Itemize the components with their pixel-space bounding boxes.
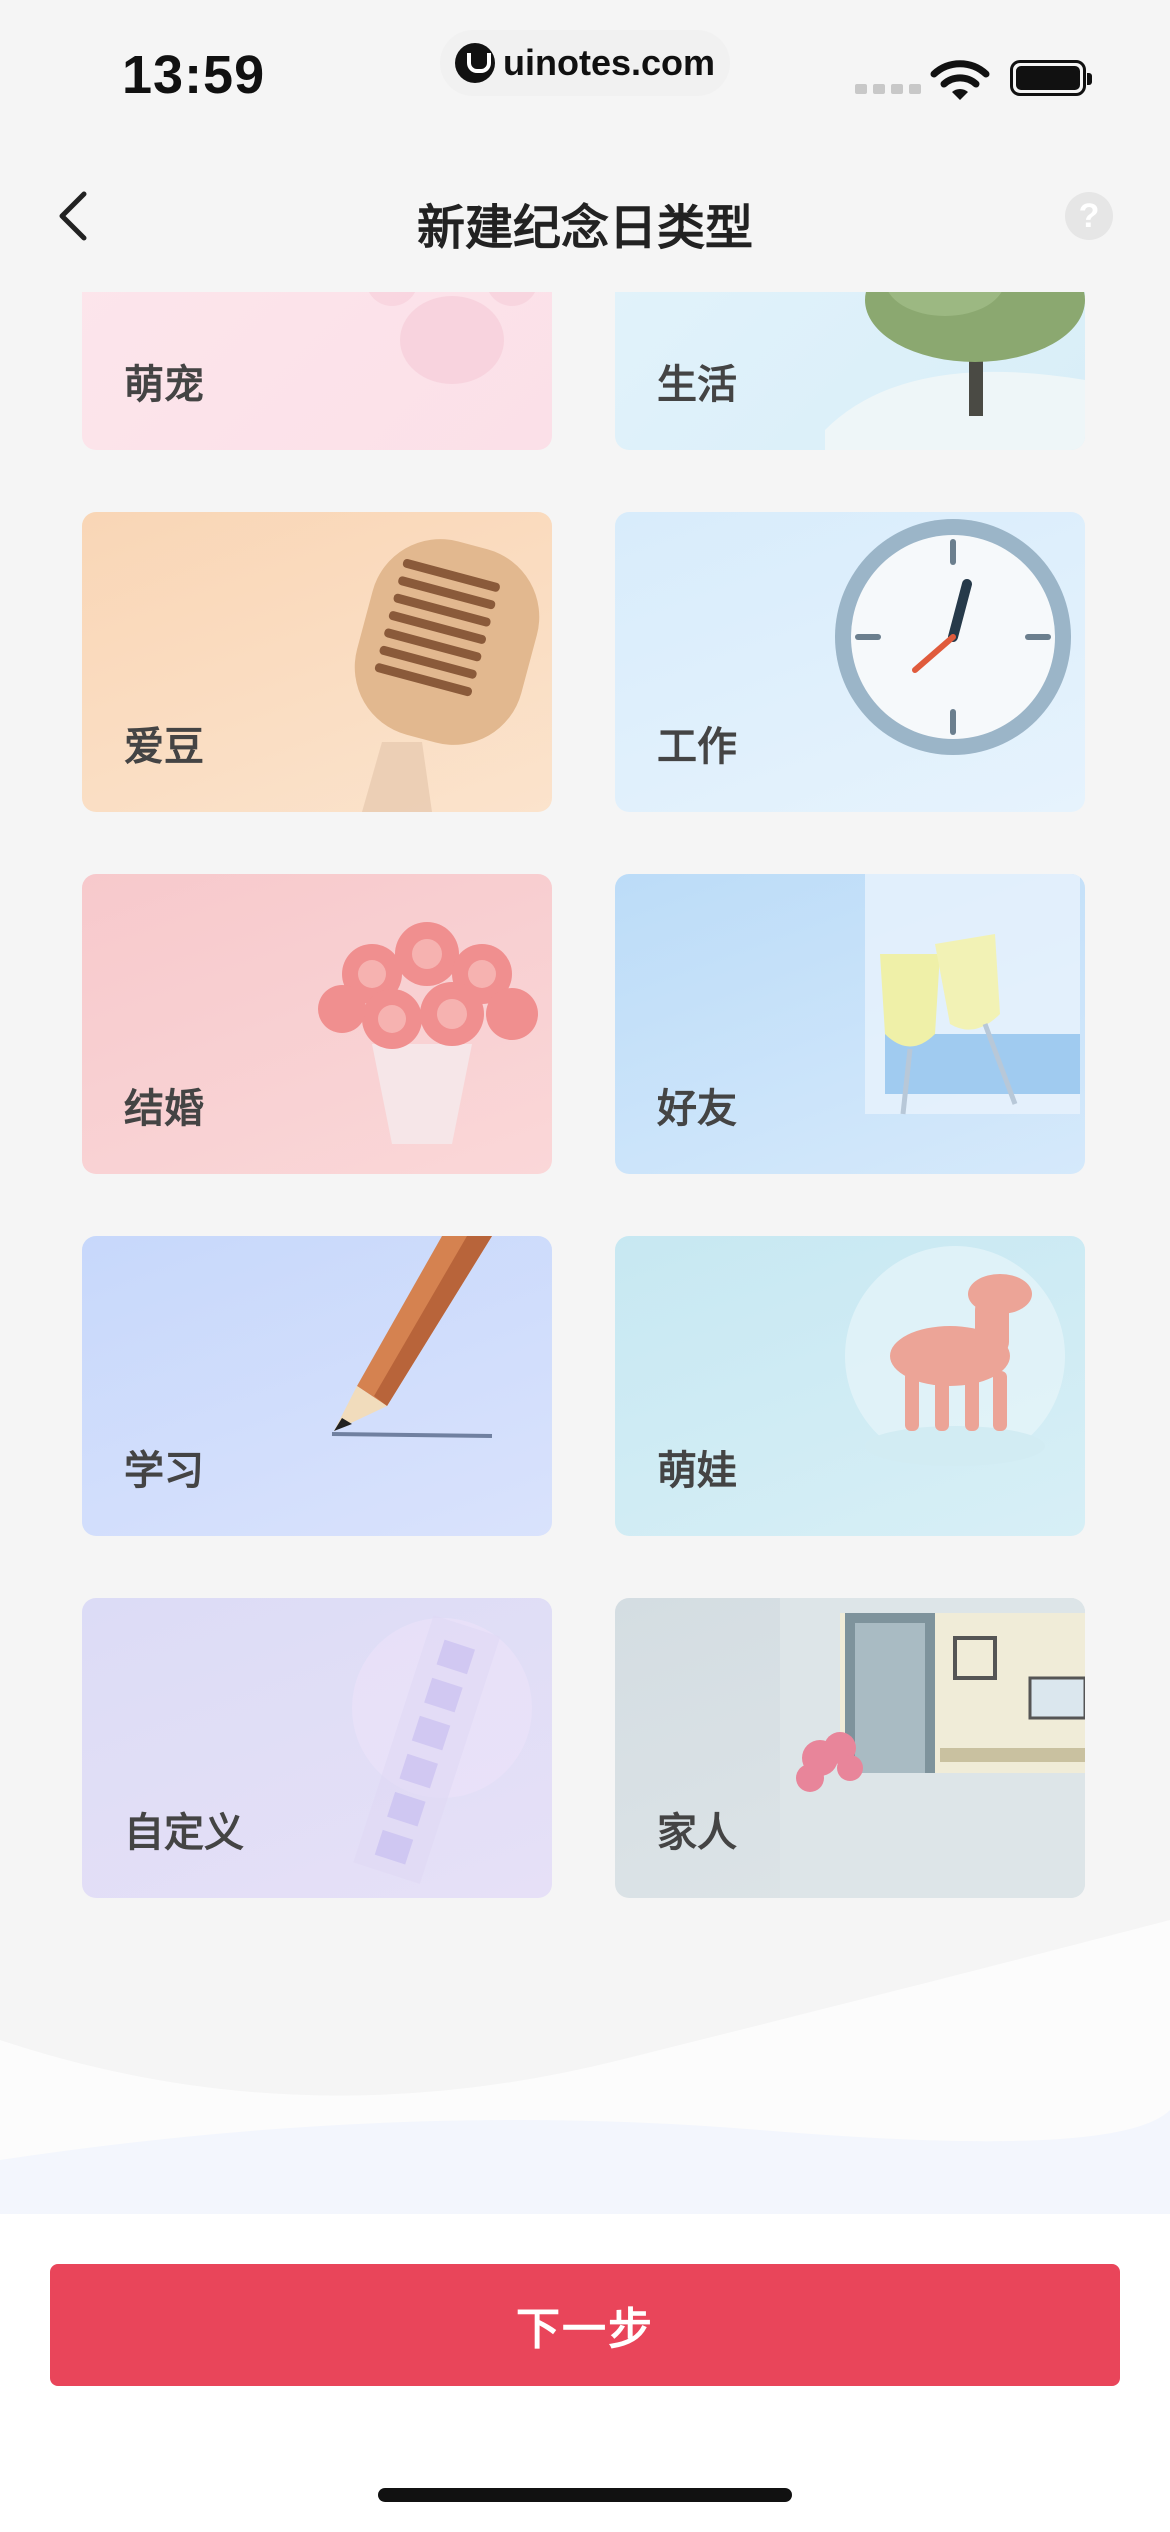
champagne-illustration	[865, 874, 1080, 1115]
category-card-work[interactable]: 工作	[615, 512, 1085, 812]
background-wave	[0, 1920, 1170, 2220]
microphone-illustration	[354, 539, 540, 812]
category-card-custom[interactable]: 自定义	[82, 1598, 552, 1898]
category-label: 好友	[657, 1087, 737, 1131]
clock-illustration	[835, 519, 1071, 755]
category-card-study[interactable]: 学习	[82, 1236, 552, 1536]
category-label: 爱豆	[124, 725, 204, 769]
category-card-baby[interactable]: 萌娃	[615, 1236, 1085, 1536]
nav-bar: 新建纪念日类型 ?	[0, 160, 1170, 272]
site-logo-icon	[454, 43, 495, 83]
film-strip-illustration	[352, 1615, 532, 1884]
battery-icon	[1010, 60, 1092, 96]
category-card-idol[interactable]: 爱豆	[82, 512, 552, 812]
paw-illustration	[368, 292, 536, 384]
category-label: 家人	[657, 1811, 737, 1855]
category-card-wedding[interactable]: 结婚	[82, 874, 552, 1174]
category-label: 萌宠	[124, 363, 204, 407]
category-label: 自定义	[124, 1811, 244, 1855]
url-text: uinotes.com	[502, 42, 716, 83]
category-label: 生活	[657, 363, 737, 407]
cellular-signal-icon	[855, 84, 921, 94]
category-card-pet[interactable]: 萌宠	[82, 292, 552, 450]
category-grid[interactable]: 萌宠 生活 爱豆 工作 结婚 好友 学习 萌娃 自定义 家人	[0, 292, 1170, 1912]
category-label: 结婚	[124, 1087, 204, 1131]
category-card-friend[interactable]: 好友	[615, 874, 1085, 1174]
category-card-family[interactable]: 家人	[615, 1598, 1085, 1898]
category-label: 学习	[124, 1449, 204, 1493]
wifi-icon	[930, 60, 990, 100]
status-time: 13:59	[122, 45, 266, 105]
house-illustration	[780, 1598, 1085, 1898]
next-step-button[interactable]: 下一步	[50, 2264, 1120, 2386]
tree-illustration	[825, 292, 1085, 450]
category-label: 萌娃	[657, 1449, 737, 1493]
category-label: 工作	[657, 725, 737, 769]
help-button[interactable]: ?	[1065, 192, 1113, 240]
pencil-illustration	[331, 1236, 493, 1438]
bouquet-illustration	[318, 922, 538, 1144]
horse-toy-illustration	[845, 1246, 1065, 1466]
status-bar: 13:59 uinotes.com	[0, 0, 1170, 140]
category-card-life[interactable]: 生活	[615, 292, 1085, 450]
home-indicator[interactable]	[378, 2488, 792, 2502]
url-pill[interactable]: uinotes.com	[440, 30, 730, 96]
page-title: 新建纪念日类型	[416, 202, 753, 255]
